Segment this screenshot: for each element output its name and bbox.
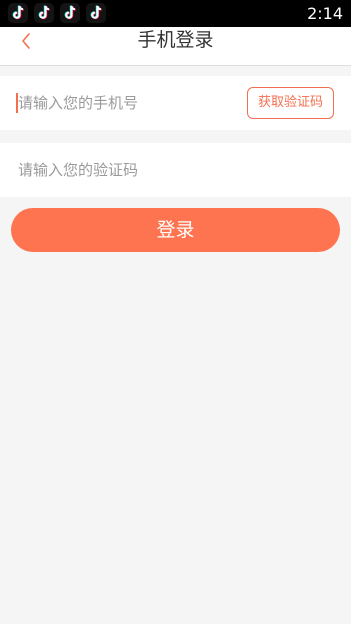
phone-row: 获取验证码 (0, 76, 351, 130)
login-button[interactable]: 登录 (11, 208, 340, 252)
tiktok-icon (86, 3, 106, 23)
code-row (0, 143, 351, 197)
page-title: 手机登录 (137, 29, 214, 51)
get-code-button[interactable]: 获取验证码 (247, 87, 334, 119)
status-bar: 2:14 (0, 0, 351, 27)
tiktok-icon (60, 3, 80, 23)
verification-code-input[interactable] (18, 143, 328, 197)
phone-input[interactable] (18, 76, 238, 130)
status-time: 2:14 (307, 4, 343, 23)
notification-icons (8, 3, 106, 23)
tiktok-icon (8, 3, 28, 23)
tiktok-icon (34, 3, 54, 23)
header-bar: 手机登录 (0, 27, 351, 66)
